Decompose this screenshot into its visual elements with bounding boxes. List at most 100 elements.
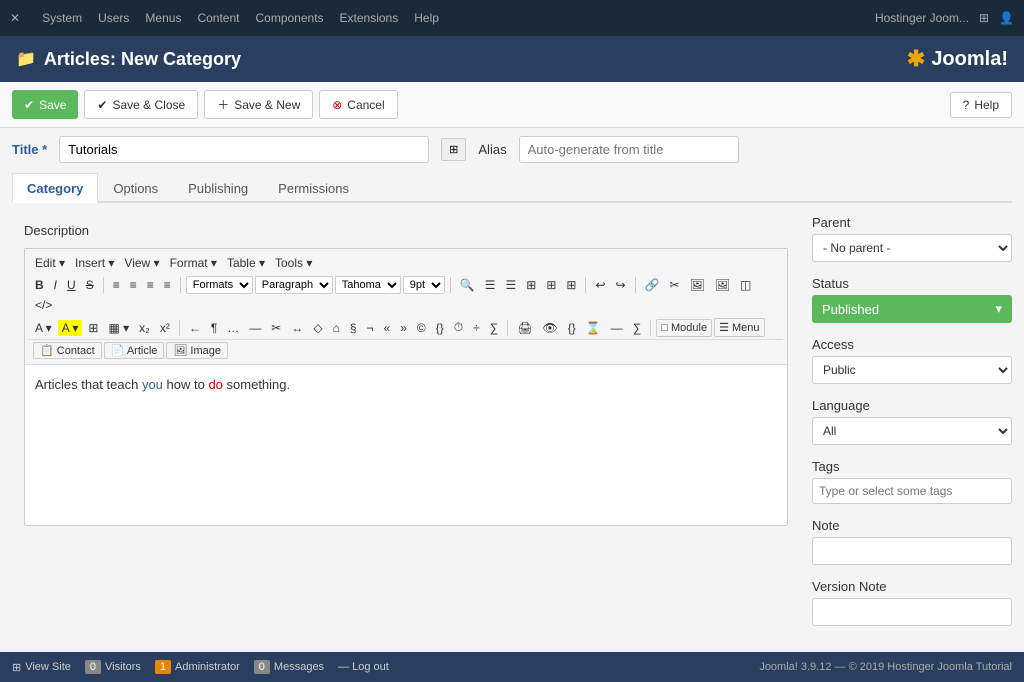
close-icon[interactable]: ✕ xyxy=(10,11,20,25)
language-select[interactable]: All xyxy=(812,417,1012,445)
code-btn[interactable]: {} xyxy=(432,319,448,337)
article-btn[interactable]: 📄 Article xyxy=(104,342,165,359)
time-btn[interactable]: ⌛ xyxy=(582,319,605,337)
font-color-btn[interactable]: A ▾ xyxy=(31,319,56,337)
module-btn[interactable]: □ Module xyxy=(656,319,712,337)
save-button[interactable]: ✔ Save xyxy=(12,90,78,119)
strikethrough-btn[interactable]: S xyxy=(82,276,98,294)
parent-select[interactable]: - No parent - xyxy=(812,234,1012,262)
subscript-btn[interactable]: x₂ xyxy=(135,319,154,337)
save-close-button[interactable]: ✔ Save & Close xyxy=(84,90,198,119)
user-icon[interactable]: 👤 xyxy=(999,11,1014,25)
preview-btn[interactable]: 👁 xyxy=(539,319,562,337)
tab-category[interactable]: Category xyxy=(12,173,98,203)
underline-btn[interactable]: U xyxy=(63,276,80,294)
align-justify-btn[interactable]: ≡ xyxy=(160,276,175,294)
nav-help[interactable]: Help xyxy=(414,11,439,25)
alias-input[interactable] xyxy=(519,136,739,163)
timer-btn[interactable]: ⏱ xyxy=(450,318,467,337)
outdent-btn[interactable]: ⊞ xyxy=(542,276,560,294)
save-new-button[interactable]: ＋ Save & New xyxy=(204,90,313,119)
home-btn[interactable]: ⌂ xyxy=(329,319,344,337)
nav-system[interactable]: System xyxy=(42,11,82,25)
redo-btn[interactable]: ↪ xyxy=(612,276,630,294)
italic-btn[interactable]: I xyxy=(50,276,61,294)
list-ul-btn[interactable]: ☰ xyxy=(481,276,500,294)
align-right-btn[interactable]: ≡ xyxy=(143,276,158,294)
align-left-btn[interactable]: ≡ xyxy=(109,276,124,294)
image2-btn[interactable]: 🖼 Image xyxy=(166,342,228,359)
hr-btn[interactable]: ― xyxy=(607,319,627,337)
format-menu-btn[interactable]: Format ▾ xyxy=(166,254,221,272)
nav-menus[interactable]: Menus xyxy=(145,11,181,25)
sigma-btn[interactable]: ∑ xyxy=(486,319,503,337)
cut-btn[interactable]: ✂ xyxy=(267,319,285,337)
neg-btn[interactable]: ¬ xyxy=(363,319,378,337)
help-button[interactable]: ? Help xyxy=(950,92,1012,118)
view-menu-btn[interactable]: View ▾ xyxy=(120,254,163,272)
bg-color-btn[interactable]: A ▾ xyxy=(58,320,83,336)
table-menu-btn[interactable]: Table ▾ xyxy=(223,254,269,272)
cancel-button[interactable]: ⊗ Cancel xyxy=(319,90,397,119)
link-btn[interactable]: 🔗 xyxy=(641,276,664,294)
lquote-btn[interactable]: « xyxy=(380,319,395,337)
access-select[interactable]: Public xyxy=(812,356,1012,384)
ellipsis-btn[interactable]: … xyxy=(223,319,243,337)
bold-btn[interactable]: B xyxy=(31,276,48,294)
insert-menu-btn[interactable]: Insert ▾ xyxy=(71,254,118,272)
nav-content[interactable]: Content xyxy=(197,11,239,25)
copy2-btn[interactable]: © xyxy=(413,319,430,337)
section-btn[interactable]: § xyxy=(346,319,361,337)
unlink-btn[interactable]: ✂ xyxy=(666,276,684,294)
note-input[interactable] xyxy=(812,537,1012,565)
copy-btn[interactable]: ↔ xyxy=(287,319,307,337)
dash-btn[interactable]: — xyxy=(245,319,265,337)
div-btn[interactable]: ÷ xyxy=(469,319,484,337)
rtl-btn[interactable]: ⊞ xyxy=(562,276,580,294)
undo-btn[interactable]: ↩ xyxy=(591,276,609,294)
clear-btn[interactable]: ← xyxy=(185,319,205,337)
view-site-item[interactable]: ⊞ View Site xyxy=(12,661,71,674)
font-select[interactable]: Tahoma xyxy=(335,276,401,294)
status-select[interactable]: Published ▾ xyxy=(812,295,1012,323)
superscript-btn[interactable]: x² xyxy=(156,319,174,337)
nav-extensions[interactable]: Extensions xyxy=(340,11,399,25)
list-ol-btn[interactable]: ☰ xyxy=(501,276,520,294)
tags-input[interactable] xyxy=(812,478,1012,504)
paragraph-select[interactable]: Paragraph xyxy=(255,276,333,294)
editor-content[interactable]: Articles that teach you how to do someth… xyxy=(25,365,787,525)
table-btn[interactable]: ▦ ▾ xyxy=(104,319,133,337)
para-btn[interactable]: ¶ xyxy=(207,319,221,337)
media-btn[interactable]: 🖼 xyxy=(711,276,734,294)
rquote-btn[interactable]: » xyxy=(396,319,411,337)
source-btn[interactable]: </> xyxy=(31,296,56,314)
contact-btn[interactable]: 📋 Contact xyxy=(33,342,102,359)
indent-btn[interactable]: ⊞ xyxy=(522,276,540,294)
tab-permissions[interactable]: Permissions xyxy=(263,173,364,203)
print-btn[interactable]: 🖨 xyxy=(513,319,536,337)
resize-btn[interactable]: ⊞ xyxy=(84,319,102,337)
size-select[interactable]: 9pt xyxy=(403,276,445,294)
menu-btn[interactable]: ☰ Menu xyxy=(714,318,764,337)
edit-menu-btn[interactable]: Edit ▾ xyxy=(31,254,69,272)
version-input[interactable] xyxy=(812,598,1012,626)
tab-publishing[interactable]: Publishing xyxy=(173,173,263,203)
template-btn[interactable]: ◫ xyxy=(736,276,755,294)
tools-menu-btn[interactable]: Tools ▾ xyxy=(271,254,316,272)
sigma2-btn[interactable]: ∑ xyxy=(629,319,646,337)
messages-badge: 0 xyxy=(254,660,270,674)
logout-item[interactable]: — Log out xyxy=(338,661,389,673)
image-btn[interactable]: 🖼 xyxy=(686,276,709,294)
editor-toolbar: Edit ▾ Insert ▾ View ▾ Format ▾ Table ▾ … xyxy=(25,249,787,365)
search-btn[interactable]: 🔍 xyxy=(456,276,479,294)
align-center-btn[interactable]: ≡ xyxy=(126,276,141,294)
paste-btn[interactable]: ◇ xyxy=(309,319,326,337)
code2-btn[interactable]: {} xyxy=(564,319,580,337)
title-input[interactable] xyxy=(59,136,429,163)
formats-select[interactable]: Formats xyxy=(186,276,253,294)
external-link-icon[interactable]: ⊞ xyxy=(979,11,989,25)
nav-components[interactable]: Components xyxy=(255,11,323,25)
title-action-button[interactable]: ⊞ xyxy=(441,138,466,161)
nav-users[interactable]: Users xyxy=(98,11,129,25)
tab-options[interactable]: Options xyxy=(98,173,173,203)
